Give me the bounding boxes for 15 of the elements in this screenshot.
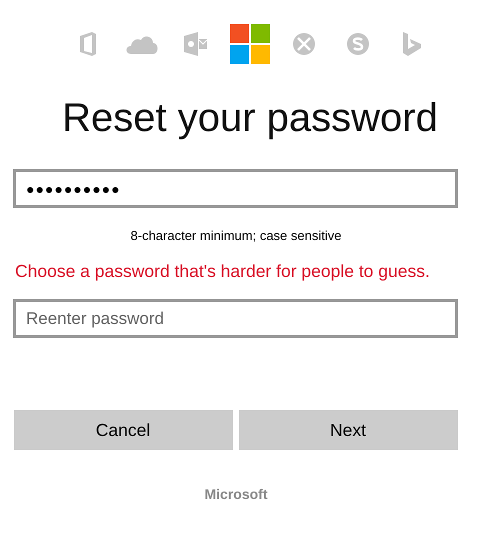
document-icon — [78, 32, 98, 56]
error-message: Choose a password that's harder for people to guess. — [15, 261, 430, 282]
hint-text: 8-character minimum; case sensitive — [130, 228, 342, 243]
password-field[interactable]: ●●●●●●●●●● — [13, 169, 458, 208]
page-title: Reset your password — [62, 95, 438, 142]
logo-icon — [230, 24, 270, 64]
footer-text: Microsoft — [204, 486, 268, 502]
cloud-icon — [125, 34, 159, 54]
reenter-password-field[interactable]: Reenter password — [13, 299, 458, 338]
s-circle-icon — [347, 33, 369, 55]
next-button[interactable]: Next — [238, 410, 458, 450]
mail-icon — [184, 32, 208, 56]
cancel-button[interactable]: Cancel — [14, 410, 232, 450]
x-circle-icon — [293, 33, 315, 55]
b-shape-icon — [403, 32, 421, 56]
